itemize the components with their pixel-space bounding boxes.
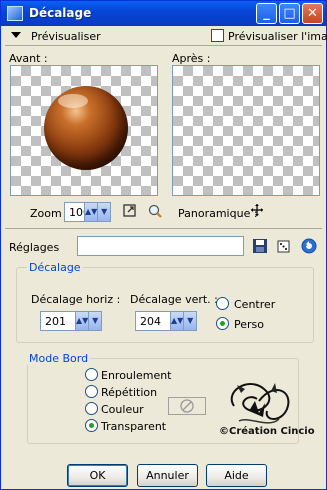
horizontal-offset-spinner[interactable]: 201 ▲▼ ▼	[40, 311, 102, 331]
title-bar[interactable]: Décalage _ □ ✕	[1, 1, 326, 26]
offset-dialog: Décalage _ □ ✕ Prévisualiser Prévisualis…	[0, 0, 327, 490]
after-label: Après :	[172, 52, 211, 65]
ok-button[interactable]: OK	[67, 464, 128, 487]
minimize-button[interactable]: _	[256, 3, 277, 24]
maximize-button[interactable]: □	[279, 3, 300, 24]
zoom-tool-icon[interactable]	[147, 203, 163, 219]
close-button[interactable]: ✕	[302, 3, 323, 24]
before-label: Avant :	[9, 52, 48, 65]
center-label[interactable]: Centrer	[234, 298, 275, 311]
vertical-offset-spinner[interactable]: 204 ▲▼ ▼	[135, 311, 197, 331]
edge-option-label[interactable]: Répétition	[101, 386, 157, 399]
random-dice-icon[interactable]	[276, 238, 292, 254]
spin-icon[interactable]: ▲▼	[84, 203, 98, 221]
disabled-icon	[180, 399, 194, 413]
help-button[interactable]: Aide	[206, 464, 267, 487]
edge-radio-transparent[interactable]	[85, 419, 98, 432]
after-preview	[172, 65, 320, 196]
reset-icon[interactable]	[301, 238, 317, 254]
vertical-offset-value[interactable]: 204	[140, 315, 161, 328]
perso-label[interactable]: Perso	[234, 318, 264, 331]
preview-image-checkbox[interactable]	[211, 29, 224, 42]
horizontal-offset-value[interactable]: 201	[45, 315, 66, 328]
chevron-down-icon[interactable]: ▼	[97, 203, 110, 221]
divider	[5, 45, 322, 46]
edge-option-label[interactable]: Couleur	[101, 403, 144, 416]
pan-label: Panoramique :	[178, 207, 258, 220]
spin-icon[interactable]: ▲▼	[75, 312, 89, 330]
chevron-down-icon[interactable]: ▼	[88, 312, 101, 330]
perso-radio[interactable]	[216, 317, 229, 330]
edge-radio-color[interactable]	[85, 402, 98, 415]
app-icon	[7, 6, 23, 21]
watermark-text: ©Création Cincio	[219, 426, 315, 437]
edge-option-label[interactable]: Transparent	[101, 420, 166, 433]
vertical-offset-label: Décalage vert. :	[130, 293, 218, 306]
offset-group-title: Décalage	[27, 261, 83, 274]
save-preset-icon[interactable]	[252, 238, 268, 254]
preview-image-label[interactable]: Prévisualiser l'image	[228, 30, 327, 43]
settings-label: Réglages	[9, 241, 60, 254]
center-radio[interactable]	[216, 297, 229, 310]
collapse-arrow-icon[interactable]	[11, 32, 21, 38]
edge-mode-title: Mode Bord	[27, 352, 91, 365]
preview-image	[44, 86, 128, 170]
edge-radio-repeat[interactable]	[85, 385, 98, 398]
color-swatch	[168, 397, 206, 415]
cancel-button[interactable]: Annuler	[137, 464, 198, 487]
horizontal-offset-label: Décalage horiz :	[31, 293, 121, 306]
divider	[5, 228, 322, 229]
edge-radio-wrap[interactable]	[85, 368, 98, 381]
edge-option-label[interactable]: Enroulement	[101, 369, 172, 382]
spin-icon[interactable]: ▲▼	[170, 312, 184, 330]
pan-move-icon[interactable]	[251, 204, 267, 220]
preset-input[interactable]	[77, 236, 244, 256]
preview-toggle-label[interactable]: Prévisualiser	[31, 30, 101, 43]
chevron-down-icon[interactable]: ▼	[183, 312, 196, 330]
fit-window-icon[interactable]	[122, 203, 138, 219]
before-preview[interactable]	[10, 65, 158, 196]
zoom-spinner[interactable]: 100 ▲▼ ▼	[64, 202, 111, 222]
window-title: Décalage	[29, 6, 92, 20]
